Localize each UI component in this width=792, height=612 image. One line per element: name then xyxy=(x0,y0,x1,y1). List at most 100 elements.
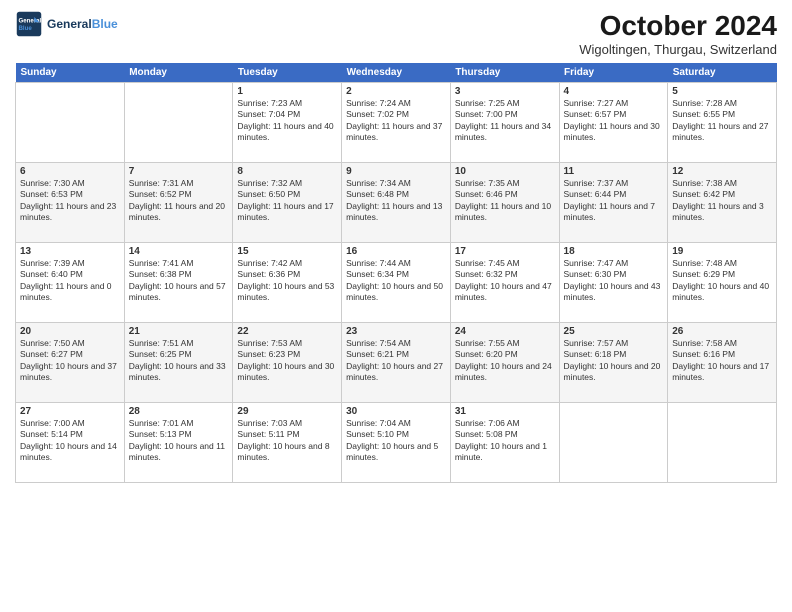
logo: General Blue GeneralBlue xyxy=(15,10,118,38)
day-info: Sunrise: 7:44 AM Sunset: 6:34 PM Dayligh… xyxy=(346,258,446,304)
day-info: Sunrise: 7:06 AM Sunset: 5:08 PM Dayligh… xyxy=(455,418,555,464)
day-number: 22 xyxy=(237,326,337,337)
day-info: Sunrise: 7:25 AM Sunset: 7:00 PM Dayligh… xyxy=(455,98,555,144)
day-info: Sunrise: 7:03 AM Sunset: 5:11 PM Dayligh… xyxy=(237,418,337,464)
day-number: 23 xyxy=(346,326,446,337)
day-info: Sunrise: 7:30 AM Sunset: 6:53 PM Dayligh… xyxy=(20,178,120,224)
day-info: Sunrise: 7:37 AM Sunset: 6:44 PM Dayligh… xyxy=(564,178,664,224)
day-number: 28 xyxy=(129,406,229,417)
calendar-cell: 10Sunrise: 7:35 AM Sunset: 6:46 PM Dayli… xyxy=(450,163,559,243)
day-number: 10 xyxy=(455,166,555,177)
main-title: October 2024 xyxy=(579,10,777,42)
day-info: Sunrise: 7:57 AM Sunset: 6:18 PM Dayligh… xyxy=(564,338,664,384)
day-info: Sunrise: 7:35 AM Sunset: 6:46 PM Dayligh… xyxy=(455,178,555,224)
col-header-friday: Friday xyxy=(559,63,668,83)
day-info: Sunrise: 7:04 AM Sunset: 5:10 PM Dayligh… xyxy=(346,418,446,464)
day-number: 18 xyxy=(564,246,664,257)
calendar-cell: 28Sunrise: 7:01 AM Sunset: 5:13 PM Dayli… xyxy=(124,403,233,483)
week-row-3: 13Sunrise: 7:39 AM Sunset: 6:40 PM Dayli… xyxy=(16,243,777,323)
calendar-cell: 11Sunrise: 7:37 AM Sunset: 6:44 PM Dayli… xyxy=(559,163,668,243)
calendar-cell: 2Sunrise: 7:24 AM Sunset: 7:02 PM Daylig… xyxy=(342,83,451,163)
day-info: Sunrise: 7:38 AM Sunset: 6:42 PM Dayligh… xyxy=(672,178,772,224)
day-number: 11 xyxy=(564,166,664,177)
day-info: Sunrise: 7:47 AM Sunset: 6:30 PM Dayligh… xyxy=(564,258,664,304)
day-info: Sunrise: 7:53 AM Sunset: 6:23 PM Dayligh… xyxy=(237,338,337,384)
calendar-table: SundayMondayTuesdayWednesdayThursdayFrid… xyxy=(15,63,777,483)
day-info: Sunrise: 7:28 AM Sunset: 6:55 PM Dayligh… xyxy=(672,98,772,144)
header: General Blue GeneralBlue October 2024 Wi… xyxy=(15,10,777,57)
day-number: 25 xyxy=(564,326,664,337)
calendar-cell: 23Sunrise: 7:54 AM Sunset: 6:21 PM Dayli… xyxy=(342,323,451,403)
calendar-cell: 12Sunrise: 7:38 AM Sunset: 6:42 PM Dayli… xyxy=(668,163,777,243)
calendar-cell: 21Sunrise: 7:51 AM Sunset: 6:25 PM Dayli… xyxy=(124,323,233,403)
calendar-cell: 17Sunrise: 7:45 AM Sunset: 6:32 PM Dayli… xyxy=(450,243,559,323)
calendar-cell: 25Sunrise: 7:57 AM Sunset: 6:18 PM Dayli… xyxy=(559,323,668,403)
day-number: 9 xyxy=(346,166,446,177)
day-number: 30 xyxy=(346,406,446,417)
page: General Blue GeneralBlue October 2024 Wi… xyxy=(0,0,792,612)
day-number: 13 xyxy=(20,246,120,257)
day-info: Sunrise: 7:50 AM Sunset: 6:27 PM Dayligh… xyxy=(20,338,120,384)
calendar-cell: 19Sunrise: 7:48 AM Sunset: 6:29 PM Dayli… xyxy=(668,243,777,323)
day-number: 3 xyxy=(455,86,555,97)
day-number: 29 xyxy=(237,406,337,417)
day-info: Sunrise: 7:39 AM Sunset: 6:40 PM Dayligh… xyxy=(20,258,120,304)
day-info: Sunrise: 7:31 AM Sunset: 6:52 PM Dayligh… xyxy=(129,178,229,224)
day-info: Sunrise: 7:54 AM Sunset: 6:21 PM Dayligh… xyxy=(346,338,446,384)
day-number: 8 xyxy=(237,166,337,177)
day-number: 27 xyxy=(20,406,120,417)
svg-text:General: General xyxy=(19,17,42,24)
day-info: Sunrise: 7:34 AM Sunset: 6:48 PM Dayligh… xyxy=(346,178,446,224)
day-info: Sunrise: 7:48 AM Sunset: 6:29 PM Dayligh… xyxy=(672,258,772,304)
calendar-cell: 29Sunrise: 7:03 AM Sunset: 5:11 PM Dayli… xyxy=(233,403,342,483)
day-info: Sunrise: 7:24 AM Sunset: 7:02 PM Dayligh… xyxy=(346,98,446,144)
calendar-cell: 22Sunrise: 7:53 AM Sunset: 6:23 PM Dayli… xyxy=(233,323,342,403)
calendar-cell: 24Sunrise: 7:55 AM Sunset: 6:20 PM Dayli… xyxy=(450,323,559,403)
col-header-saturday: Saturday xyxy=(668,63,777,83)
day-info: Sunrise: 7:55 AM Sunset: 6:20 PM Dayligh… xyxy=(455,338,555,384)
day-number: 21 xyxy=(129,326,229,337)
calendar-cell xyxy=(668,403,777,483)
calendar-cell xyxy=(124,83,233,163)
day-number: 7 xyxy=(129,166,229,177)
day-info: Sunrise: 7:32 AM Sunset: 6:50 PM Dayligh… xyxy=(237,178,337,224)
calendar-cell: 18Sunrise: 7:47 AM Sunset: 6:30 PM Dayli… xyxy=(559,243,668,323)
col-header-monday: Monday xyxy=(124,63,233,83)
day-info: Sunrise: 7:41 AM Sunset: 6:38 PM Dayligh… xyxy=(129,258,229,304)
day-info: Sunrise: 7:01 AM Sunset: 5:13 PM Dayligh… xyxy=(129,418,229,464)
day-info: Sunrise: 7:27 AM Sunset: 6:57 PM Dayligh… xyxy=(564,98,664,144)
calendar-cell: 8Sunrise: 7:32 AM Sunset: 6:50 PM Daylig… xyxy=(233,163,342,243)
week-row-5: 27Sunrise: 7:00 AM Sunset: 5:14 PM Dayli… xyxy=(16,403,777,483)
subtitle: Wigoltingen, Thurgau, Switzerland xyxy=(579,42,777,57)
calendar-cell: 27Sunrise: 7:00 AM Sunset: 5:14 PM Dayli… xyxy=(16,403,125,483)
calendar-cell: 1Sunrise: 7:23 AM Sunset: 7:04 PM Daylig… xyxy=(233,83,342,163)
logo-text: GeneralBlue xyxy=(47,17,118,31)
calendar-cell: 4Sunrise: 7:27 AM Sunset: 6:57 PM Daylig… xyxy=(559,83,668,163)
week-row-2: 6Sunrise: 7:30 AM Sunset: 6:53 PM Daylig… xyxy=(16,163,777,243)
calendar-cell: 14Sunrise: 7:41 AM Sunset: 6:38 PM Dayli… xyxy=(124,243,233,323)
day-info: Sunrise: 7:51 AM Sunset: 6:25 PM Dayligh… xyxy=(129,338,229,384)
col-header-tuesday: Tuesday xyxy=(233,63,342,83)
day-info: Sunrise: 7:58 AM Sunset: 6:16 PM Dayligh… xyxy=(672,338,772,384)
day-number: 26 xyxy=(672,326,772,337)
day-number: 16 xyxy=(346,246,446,257)
day-number: 20 xyxy=(20,326,120,337)
calendar-cell xyxy=(16,83,125,163)
day-number: 4 xyxy=(564,86,664,97)
svg-text:Blue: Blue xyxy=(19,25,33,32)
day-info: Sunrise: 7:00 AM Sunset: 5:14 PM Dayligh… xyxy=(20,418,120,464)
day-number: 12 xyxy=(672,166,772,177)
col-header-sunday: Sunday xyxy=(16,63,125,83)
day-number: 31 xyxy=(455,406,555,417)
day-info: Sunrise: 7:42 AM Sunset: 6:36 PM Dayligh… xyxy=(237,258,337,304)
day-number: 1 xyxy=(237,86,337,97)
calendar-cell: 26Sunrise: 7:58 AM Sunset: 6:16 PM Dayli… xyxy=(668,323,777,403)
calendar-cell: 30Sunrise: 7:04 AM Sunset: 5:10 PM Dayli… xyxy=(342,403,451,483)
day-number: 24 xyxy=(455,326,555,337)
day-number: 17 xyxy=(455,246,555,257)
calendar-cell: 13Sunrise: 7:39 AM Sunset: 6:40 PM Dayli… xyxy=(16,243,125,323)
day-info: Sunrise: 7:23 AM Sunset: 7:04 PM Dayligh… xyxy=(237,98,337,144)
calendar-cell: 3Sunrise: 7:25 AM Sunset: 7:00 PM Daylig… xyxy=(450,83,559,163)
week-row-4: 20Sunrise: 7:50 AM Sunset: 6:27 PM Dayli… xyxy=(16,323,777,403)
calendar-cell xyxy=(559,403,668,483)
